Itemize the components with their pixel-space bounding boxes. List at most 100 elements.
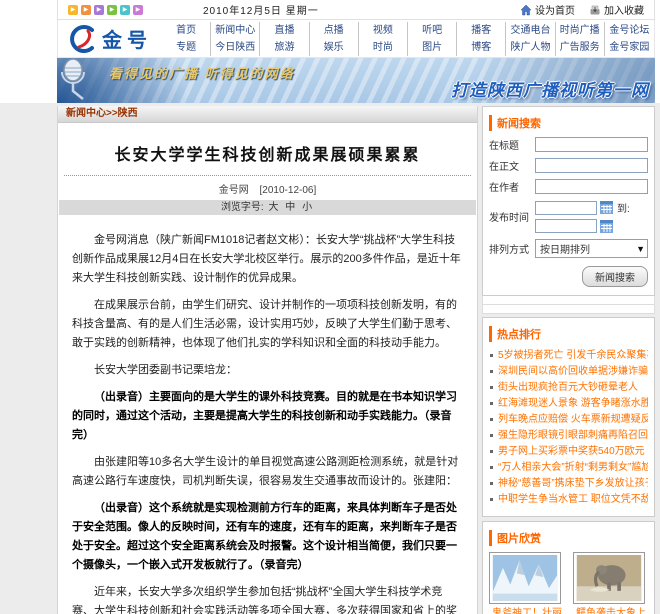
top-utility-bar: ▶ ▶ ▶ ▶ ▶ ▶ 2010年12月5日 星期一 设为首页 加入收藏 bbox=[57, 0, 655, 20]
badge-icon[interactable]: ▶ bbox=[120, 5, 130, 15]
nav-item-forum[interactable]: 金号论坛 bbox=[605, 22, 654, 39]
hot-item-link[interactable]: 神秘“慈善哥”携床垫下乡发放让孩子读书 bbox=[489, 476, 648, 492]
microphone-icon bbox=[59, 58, 103, 103]
search-title-input[interactable] bbox=[535, 137, 648, 152]
main-nav: 金号 首页 新闻中心 直播 点播 视频 听吧 播客 交通电台 时尚广播 金号论坛… bbox=[57, 20, 655, 58]
news-search-button[interactable]: 新闻搜索 bbox=[582, 266, 648, 287]
nav-item-ondemand[interactable]: 点播 bbox=[310, 22, 359, 39]
logo-text: 金号 bbox=[102, 24, 152, 53]
nav-item-people[interactable]: 陕广人物 bbox=[506, 39, 555, 56]
sort-select[interactable]: 按日期排列 ▼ bbox=[535, 239, 648, 258]
nav-item-pictures[interactable]: 图片 bbox=[408, 39, 457, 56]
date-to-label: 到: bbox=[617, 200, 630, 215]
chevron-down-icon: ▼ bbox=[636, 244, 647, 254]
article-source: 金号网 bbox=[219, 185, 249, 196]
nav-item-live[interactable]: 直播 bbox=[260, 22, 309, 39]
nav-item-home[interactable]: 首页 bbox=[162, 22, 211, 39]
hot-ranking-list: 5岁被拐者死亡 引发千余民众聚集事件 深圳民间以高价回收单据涉嫌诈骗被查处 街头… bbox=[489, 348, 648, 508]
search-body-input[interactable] bbox=[535, 158, 648, 173]
article-quote-paragraph: （出录音）主要面向的是大学生的课外科技竞赛。目的就是在书本知识学习的同时，通过这… bbox=[72, 388, 463, 445]
nav-item-blog[interactable]: 博客 bbox=[457, 39, 506, 56]
current-date: 2010年12月5日 星期一 bbox=[203, 2, 319, 17]
banner-slogan-left: 看得见的广播 听得见的网络 bbox=[109, 63, 295, 82]
font-size-bar: 浏览字号: 大 中 小 bbox=[59, 200, 476, 215]
sidebar: 新闻搜索 在标题 在正文 在作者 发布时间 bbox=[482, 106, 655, 614]
badge-icon[interactable]: ▶ bbox=[107, 5, 117, 15]
photo-caption[interactable]: 鬼斧神工！壮丽绝世奇景 bbox=[489, 607, 565, 614]
article-meta: 金号网 [2010-12-06] bbox=[58, 176, 477, 200]
logo-mark-icon bbox=[68, 24, 98, 54]
gallery-item: 鳄鱼袭击大象上演惊险拉锯战 bbox=[573, 552, 649, 614]
font-size-label: 浏览字号: bbox=[221, 202, 264, 213]
badge-row: ▶ ▶ ▶ ▶ ▶ ▶ bbox=[68, 5, 143, 15]
search-body-label: 在正文 bbox=[489, 158, 535, 173]
nav-menu: 首页 新闻中心 直播 点播 视频 听吧 播客 交通电台 时尚广播 金号论坛 专题… bbox=[162, 22, 654, 56]
badge-icon[interactable]: ▶ bbox=[94, 5, 104, 15]
article-body: 金号网消息（陕广新闻FM1018记者赵文彬）：长安大学“挑战杯”大学生科技创新作… bbox=[58, 215, 477, 614]
hot-item-link[interactable]: 男子网上买彩票中奖获540万欧元 bbox=[489, 444, 648, 460]
nav-item-family[interactable]: 金号家园 bbox=[605, 39, 654, 56]
sidebar-divider bbox=[482, 296, 655, 305]
site-logo[interactable]: 金号 bbox=[58, 24, 162, 54]
nav-item-video[interactable]: 视频 bbox=[359, 22, 408, 39]
publish-time-label: 发布时间 bbox=[489, 209, 535, 224]
page-title: 长安大学学生科技创新成果展硕果累累 bbox=[68, 141, 467, 165]
banner-slogan-right: 打造陕西广播视听第一网 bbox=[451, 76, 649, 101]
hot-item-link[interactable]: 中职学生争当水管工 职位文凭不敌技能 bbox=[489, 492, 648, 508]
gallery-item: 鬼斧神工！壮丽绝世奇景 bbox=[489, 552, 565, 614]
article-quote-paragraph: （出录音）这个系统就是实现检测前方行车的距离，来具体判断车子是否处于安全范围。像… bbox=[72, 499, 463, 575]
date-from-input[interactable] bbox=[535, 201, 597, 215]
calendar-icon[interactable] bbox=[599, 201, 613, 214]
hot-ranking-panel: 热点排行 5岁被拐者死亡 引发千余民众聚集事件 深圳民间以高价回收单据涉嫌诈骗被… bbox=[482, 317, 655, 517]
article-column: 新闻中心>>陕西 长安大学学生科技创新成果展硕果累累 金号网 [2010-12-… bbox=[57, 106, 478, 614]
save-icon bbox=[589, 4, 601, 16]
font-size-medium[interactable]: 中 bbox=[285, 202, 295, 213]
nav-item-shaanxi-today[interactable]: 今日陕西 bbox=[211, 39, 260, 56]
search-author-input[interactable] bbox=[535, 179, 648, 194]
news-search-panel: 新闻搜索 在标题 在正文 在作者 发布时间 bbox=[482, 106, 655, 296]
nav-item-traffic-radio[interactable]: 交通电台 bbox=[506, 22, 555, 39]
nav-item-listen[interactable]: 听吧 bbox=[408, 22, 457, 39]
font-size-small[interactable]: 小 bbox=[302, 202, 312, 213]
photo-caption[interactable]: 鳄鱼袭击大象上演惊险拉锯战 bbox=[573, 607, 649, 614]
hot-item-link[interactable]: 5岁被拐者死亡 引发千余民众聚集事件 bbox=[489, 348, 648, 364]
picture-gallery-title: 图片欣赏 bbox=[489, 530, 648, 546]
article-paragraph: 金号网消息（陕广新闻FM1018记者赵文彬）：长安大学“挑战杯”大学生科技创新作… bbox=[72, 231, 463, 288]
sidebar-divider bbox=[482, 305, 655, 314]
nav-item-fashion[interactable]: 时尚 bbox=[359, 39, 408, 56]
article-paragraph: 在成果展示台前，由学生们研究、设计并制作的一项项科技创新发明，有的科技含量高、有… bbox=[72, 296, 463, 353]
nav-item-travel[interactable]: 旅游 bbox=[260, 39, 309, 56]
news-search-title: 新闻搜索 bbox=[489, 115, 648, 131]
hot-item-link[interactable]: 红海滩现迷人景象 游客争睹涨水胜地 bbox=[489, 396, 648, 412]
nav-item-entertainment[interactable]: 娱乐 bbox=[310, 39, 359, 56]
hot-item-link[interactable]: 深圳民间以高价回收单据涉嫌诈骗被查处 bbox=[489, 364, 648, 380]
article-paragraph: 由张建阳等10多名大学生设计的单目视觉高速公路测距检测系统，就是针对高速公路行车… bbox=[72, 453, 463, 491]
hot-item-link[interactable]: 列车晚点应赔偿 火车票新规遭疑反合同法 bbox=[489, 412, 648, 428]
article-date: [2010-12-06] bbox=[260, 185, 317, 196]
hot-item-link[interactable]: “万人相亲大会”折射“剩男剩女”尴尬处境 bbox=[489, 460, 648, 476]
nav-item-fashion-radio[interactable]: 时尚广播 bbox=[556, 22, 605, 39]
badge-icon[interactable]: ▶ bbox=[68, 5, 78, 15]
hot-ranking-title: 热点排行 bbox=[489, 326, 648, 342]
add-favorite-link[interactable]: 加入收藏 bbox=[589, 2, 644, 17]
nav-item-ad-service[interactable]: 广告服务 bbox=[556, 39, 605, 56]
photo-thumbnail-mountains[interactable] bbox=[489, 552, 561, 604]
search-title-label: 在标题 bbox=[489, 137, 535, 152]
badge-icon[interactable]: ▶ bbox=[81, 5, 91, 15]
date-to-input[interactable] bbox=[535, 219, 597, 233]
breadcrumb[interactable]: 新闻中心>>陕西 bbox=[58, 106, 477, 123]
badge-icon[interactable]: ▶ bbox=[133, 5, 143, 15]
banner-image: 看得见的广播 听得见的网络 打造陕西广播视听第一网 bbox=[57, 58, 655, 103]
sort-select-value: 按日期排列 bbox=[540, 241, 590, 256]
home-icon bbox=[520, 4, 532, 16]
set-homepage-link[interactable]: 设为首页 bbox=[520, 2, 575, 17]
nav-item-news-center[interactable]: 新闻中心 bbox=[211, 22, 260, 39]
font-size-large[interactable]: 大 bbox=[269, 202, 279, 213]
hot-item-link[interactable]: 强生隐形眼镜引眼部刺痛再陷召回门 bbox=[489, 428, 648, 444]
nav-item-podcast[interactable]: 播客 bbox=[457, 22, 506, 39]
picture-gallery-panel: 图片欣赏 鬼斧神工！壮丽绝世奇景 鳄鱼袭击大象上演惊险拉锯战 bbox=[482, 521, 655, 614]
photo-thumbnail-elephant[interactable] bbox=[573, 552, 645, 604]
hot-item-link[interactable]: 街头出现疯抢百元大钞砸晕老人 bbox=[489, 380, 648, 396]
calendar-icon[interactable] bbox=[599, 220, 613, 233]
nav-item-topics[interactable]: 专题 bbox=[162, 39, 211, 56]
